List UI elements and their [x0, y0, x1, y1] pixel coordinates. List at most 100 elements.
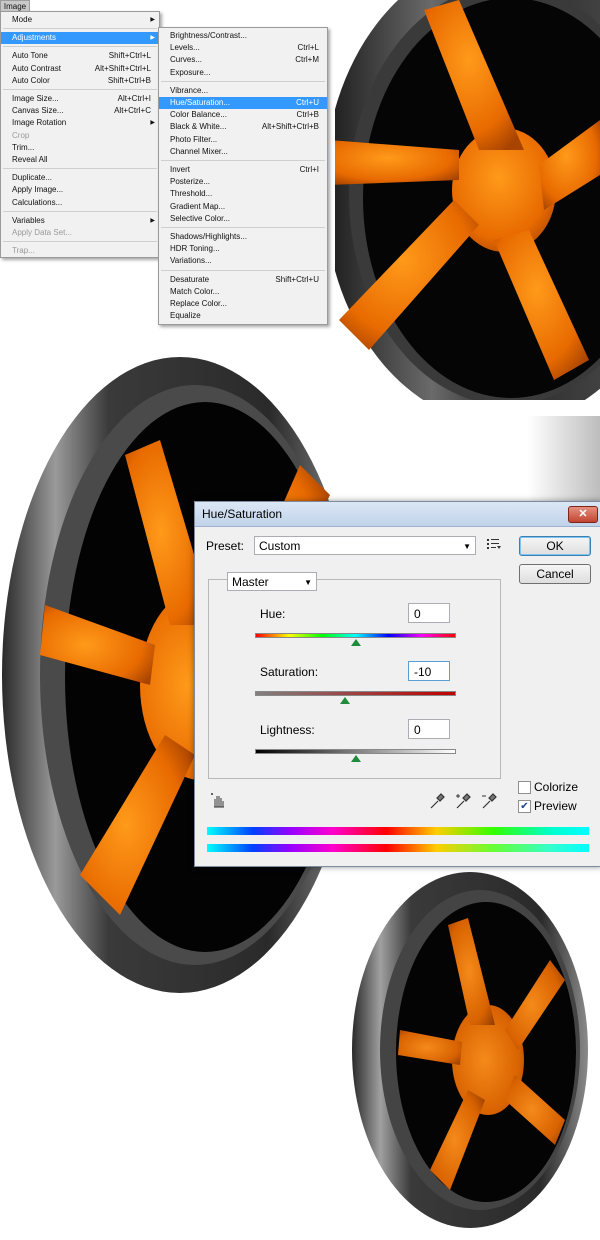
adjustments-item-desaturate[interactable]: Desaturate Shift+Ctrl+U — [159, 274, 327, 286]
adjustments-item-black-white[interactable]: Black & White... Alt+Shift+Ctrl+B — [159, 121, 327, 133]
menu-item-label: Reveal All — [12, 155, 48, 164]
preset-options-icon[interactable] — [486, 537, 502, 551]
menu-item-label: Channel Mixer... — [170, 146, 228, 156]
adjustments-item-brightness-contrast[interactable]: Brightness/Contrast... — [159, 30, 327, 42]
result-color-bar — [207, 844, 589, 852]
image-menu-item-mode[interactable]: Mode ▶ — [1, 14, 159, 26]
channel-select[interactable]: Master ▼ — [227, 572, 317, 591]
menu-item-shortcut: Alt+Shift+Ctrl+L — [94, 63, 151, 73]
adjustments-item-match-color[interactable]: Match Color... — [159, 286, 327, 298]
saturation-slider-track[interactable] — [255, 691, 456, 696]
menu-item-shortcut: Ctrl+U — [296, 98, 319, 107]
menu-item-shortcut: Ctrl+B — [296, 110, 319, 120]
menu-separator — [3, 46, 157, 48]
chevron-down-icon: ▼ — [304, 578, 312, 587]
menu-item-label: Hue/Saturation... — [170, 98, 231, 107]
wheel-crop-top — [329, 0, 600, 400]
lightness-input[interactable]: 0 — [408, 719, 450, 739]
adjustments-item-vibrance[interactable]: Vibrance... — [159, 85, 327, 97]
adjustments-item-photo-filter[interactable]: Photo Filter... — [159, 134, 327, 146]
image-menu-item-adjustments[interactable]: Adjustments ▶ — [1, 32, 159, 45]
menu-separator — [161, 227, 325, 228]
menu-separator — [3, 241, 157, 243]
hue-slider-track[interactable] — [255, 633, 456, 638]
menu-item-label: Exposure... — [170, 67, 211, 77]
menu-item-label: Desaturate — [170, 274, 210, 284]
cancel-button[interactable]: Cancel — [519, 564, 591, 584]
eyedropper-icon[interactable] — [428, 792, 446, 810]
submenu-arrow-icon: ▶ — [150, 35, 155, 42]
image-menu-item-image-size[interactable]: Image Size... Alt+Ctrl+I — [1, 93, 159, 105]
menu-separator — [3, 210, 157, 212]
eyedropper-plus-icon[interactable] — [454, 792, 472, 810]
menu-item-label: Auto Color — [12, 75, 50, 85]
menu-item-label: Gradient Map... — [170, 201, 226, 211]
lightness-slider-thumb[interactable] — [350, 755, 361, 762]
image-menu-item-reveal-all[interactable]: Reveal All — [1, 154, 159, 166]
menu-item-label: Photo Filter... — [170, 134, 218, 144]
menu-item-label: Trap... — [12, 246, 35, 256]
menu-item-label: Crop — [12, 130, 30, 140]
image-menu-item-auto-tone[interactable]: Auto Tone Shift+Ctrl+L — [1, 50, 159, 62]
image-menu-item-auto-contrast[interactable]: Auto Contrast Alt+Shift+Ctrl+L — [1, 63, 159, 75]
adjustments-item-color-balance[interactable]: Color Balance... Ctrl+B — [159, 109, 327, 121]
menu-item-shortcut: Ctrl+I — [299, 165, 319, 174]
menu-item-label: Adjustments — [12, 33, 57, 43]
menu-item-label: Replace Color... — [170, 299, 227, 308]
adjustments-item-shadows-highlights[interactable]: Shadows/Highlights... — [159, 231, 327, 243]
image-menu-item-duplicate[interactable]: Duplicate... — [1, 172, 159, 184]
image-menu-item-trap: Trap... — [1, 245, 159, 257]
menu-item-shortcut: Shift+Ctrl+L — [108, 51, 151, 61]
close-icon[interactable]: ✕ — [568, 506, 598, 523]
hue-input[interactable]: 0 — [408, 603, 450, 623]
image-menu-item-trim[interactable]: Trim... — [1, 142, 159, 154]
adjustments-item-channel-mixer[interactable]: Channel Mixer... — [159, 146, 327, 158]
saturation-input[interactable]: -10 — [408, 661, 450, 681]
image-menu-item-image-rotation[interactable]: Image Rotation ▶ — [1, 117, 159, 129]
menu-separator — [3, 168, 157, 170]
menu-item-shortcut: Shift+Ctrl+U — [275, 274, 319, 284]
menu-item-label: HDR Toning... — [170, 244, 220, 254]
targeted-adjustment-hand-icon[interactable] — [210, 792, 228, 810]
adjustments-item-invert[interactable]: Invert Ctrl+I — [159, 164, 327, 176]
menu-item-shortcut: Alt+Shift+Ctrl+B — [261, 122, 319, 132]
saturation-slider-thumb[interactable] — [340, 697, 351, 704]
adjustments-item-selective-color[interactable]: Selective Color... — [159, 213, 327, 225]
menu-item-label: Apply Image... — [12, 185, 64, 195]
menu-item-label: Vibrance... — [170, 85, 209, 95]
adjustments-item-variations[interactable]: Variations... — [159, 255, 327, 267]
dialog-title-bar[interactable]: Hue/Saturation — [195, 502, 600, 527]
menu-item-label: Posterize... — [170, 177, 211, 187]
adjustments-item-curves[interactable]: Curves... Ctrl+M — [159, 54, 327, 66]
colorize-checkbox[interactable] — [518, 781, 531, 794]
menu-item-shortcut: Shift+Ctrl+B — [107, 75, 151, 85]
adjustments-item-levels[interactable]: Levels... Ctrl+L — [159, 42, 327, 54]
menu-item-label: Duplicate... — [12, 173, 53, 183]
hue-label: Hue: — [260, 607, 286, 621]
adjustments-item-hdr-toning[interactable]: HDR Toning... — [159, 243, 327, 255]
eyedropper-minus-icon[interactable] — [480, 792, 498, 810]
adjustments-item-replace-color[interactable]: Replace Color... — [159, 298, 327, 310]
lightness-slider-track[interactable] — [255, 749, 456, 754]
channel-value: Master — [232, 575, 269, 589]
image-menu-item-canvas-size[interactable]: Canvas Size... Alt+Ctrl+C — [1, 105, 159, 117]
menu-item-label: Invert — [170, 165, 191, 174]
adjustments-item-hue-saturation[interactable]: Hue/Saturation... Ctrl+U — [159, 97, 327, 109]
menu-item-label: Color Balance... — [170, 110, 227, 120]
menu-item-label: Brightness/Contrast... — [170, 31, 247, 40]
adjustments-item-equalize[interactable]: Equalize — [159, 310, 327, 322]
image-menu-item-apply-image[interactable]: Apply Image... — [1, 184, 159, 196]
image-menu-item-auto-color[interactable]: Auto Color Shift+Ctrl+B — [1, 75, 159, 87]
image-menu-item-calculations[interactable]: Calculations... — [1, 197, 159, 209]
hue-slider-thumb[interactable] — [350, 639, 361, 646]
ok-button[interactable]: OK — [519, 536, 591, 556]
menu-item-label: Auto Tone — [12, 51, 48, 61]
adjustments-item-exposure[interactable]: Exposure... — [159, 67, 327, 79]
image-menu-item-variables[interactable]: Variables ▶ — [1, 215, 159, 227]
adjustments-item-threshold[interactable]: Threshold... — [159, 188, 327, 200]
preview-checkbox[interactable]: ✔ — [518, 800, 531, 813]
preset-select[interactable]: Custom ▼ — [254, 536, 476, 555]
adjustments-item-gradient-map[interactable]: Gradient Map... — [159, 201, 327, 213]
submenu-arrow-icon: ▶ — [150, 17, 155, 23]
adjustments-item-posterize[interactable]: Posterize... — [159, 176, 327, 188]
